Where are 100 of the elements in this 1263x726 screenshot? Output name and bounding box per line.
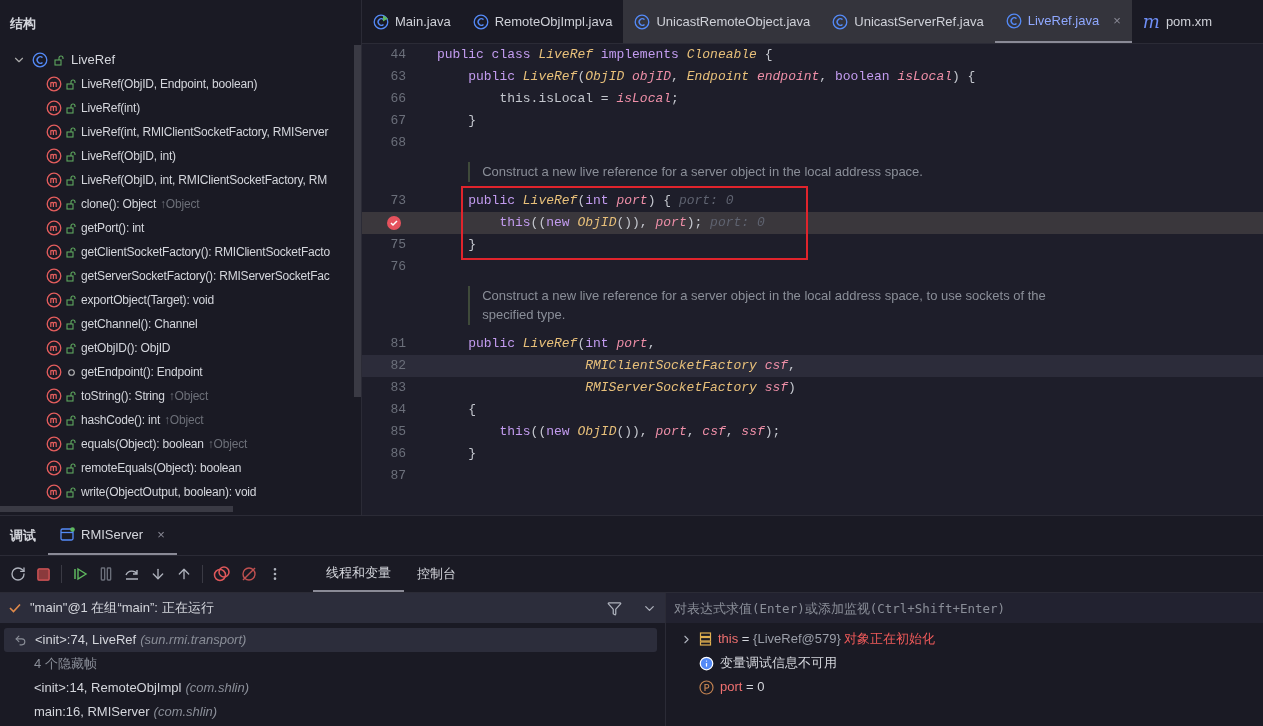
stop-icon[interactable]: [36, 566, 51, 582]
stack-frame[interactable]: main:16, RMIServer (com.shlin): [0, 700, 657, 724]
unlock-icon: [66, 222, 77, 234]
tree-item[interactable]: toString(): String ↑Object: [81, 387, 209, 405]
close-icon[interactable]: ×: [1113, 10, 1121, 31]
resume-icon[interactable]: [72, 566, 88, 582]
code-line: public LiveRef(int port,: [468, 334, 656, 353]
method-icon: [46, 220, 62, 236]
line-number: 63: [390, 68, 406, 87]
tree-item[interactable]: getObjID(): ObjID: [81, 339, 171, 357]
class-icon: [634, 13, 651, 30]
mute-breakpoints-icon[interactable]: [241, 566, 257, 582]
run-class-icon: [373, 13, 389, 30]
unlock-icon: [66, 198, 77, 210]
tree-item[interactable]: LiveRef(int, RMIClientSocketFactory, RMIServer: [81, 123, 329, 141]
return-icon: [14, 633, 27, 647]
code-line: public LiveRef(ObjID objID, Endpoint endpoint, boolean isLocal) {: [468, 68, 976, 87]
stack-frame[interactable]: <init>:14, RemoteObjImpl (com.shlin): [0, 676, 657, 700]
check-icon: [8, 601, 22, 615]
tree-item[interactable]: getChannel(): Channel: [81, 315, 198, 333]
editor-tab[interactable]: Main.java: [362, 0, 462, 43]
unlock-icon: [66, 150, 77, 162]
tree-item[interactable]: LiveRef(int): [81, 99, 140, 117]
tree-item[interactable]: remoteEquals(Object): boolean: [81, 459, 242, 477]
tree-item[interactable]: hashCode(): int ↑Object: [81, 411, 204, 429]
tree-item[interactable]: LiveRef: [71, 50, 116, 70]
method-icon: [46, 316, 62, 332]
method-icon: [46, 340, 62, 356]
tree-item[interactable]: write(ObjectOutput, boolean): void: [81, 483, 257, 501]
breakpoints-icon[interactable]: [213, 566, 231, 582]
method-icon: [46, 292, 62, 308]
info-icon: [699, 655, 714, 671]
stack-frame[interactable]: <init>:74, LiveRef (sun.rmi.transport): [4, 628, 657, 652]
hidden-frames-row[interactable]: 4 个隐藏帧: [0, 652, 657, 676]
editor-tab[interactable]: UnicastServerRef.java: [821, 0, 995, 43]
step-out-icon[interactable]: [176, 566, 192, 582]
method-icon: [46, 100, 62, 116]
code-line: public class LiveRef implements Cloneable {: [437, 46, 773, 65]
method-icon: [46, 148, 62, 164]
tree-item[interactable]: LiveRef(ObjID, int, RMIClientSocketFactory, RM: [81, 171, 327, 189]
code-line: this.isLocal = isLocal;: [499, 90, 679, 109]
unlock-icon: [66, 486, 77, 498]
view-tab[interactable]: 控制台: [404, 556, 469, 592]
unlock-icon: [66, 126, 77, 138]
scrollbar[interactable]: [0, 506, 233, 512]
close-icon[interactable]: ×: [157, 524, 165, 545]
unlock-icon: [66, 318, 77, 330]
method-icon: [46, 436, 62, 452]
tree-item[interactable]: exportObject(Target): void: [81, 291, 214, 309]
line-number: 75: [390, 235, 406, 254]
code-line: this((new ObjID()), port, csf, ssf);: [499, 422, 781, 441]
tree-item[interactable]: getServerSocketFactory(): RMIServerSocketFac: [81, 267, 330, 285]
editor-tab[interactable]: LiveRef.java ×: [994, 0, 1132, 43]
info-message: 变量调试信息不可用: [720, 654, 837, 673]
tree-item[interactable]: clone(): Object ↑Object: [81, 195, 200, 213]
tree-item[interactable]: getEndpoint(): Endpoint: [81, 363, 203, 381]
method-icon: [46, 172, 62, 188]
line-number: 86: [390, 444, 406, 463]
tree-item[interactable]: getClientSocketFactory(): RMIClientSocketFacto: [81, 243, 330, 261]
code-line: }: [468, 112, 476, 131]
variable-row[interactable]: port = 0: [720, 677, 765, 697]
line-number: 83: [390, 378, 406, 397]
code-line: {: [468, 400, 476, 419]
parameter-icon: [699, 679, 714, 695]
method-icon: [46, 412, 62, 428]
breakpoint-icon[interactable]: [386, 214, 402, 231]
unlock-icon: [66, 102, 77, 114]
step-into-icon[interactable]: [150, 566, 166, 582]
pause-icon[interactable]: [98, 566, 114, 582]
unlock-icon: [66, 246, 77, 258]
filter-icon[interactable]: [607, 600, 622, 616]
line-number: 66: [390, 90, 406, 109]
evaluate-field[interactable]: 对表达式求值(Enter)或添加监视(Ctrl+Shift+Enter): [666, 593, 1263, 623]
tree-item[interactable]: LiveRef(ObjID, Endpoint, boolean): [81, 75, 258, 93]
panel-title: 结构: [10, 15, 36, 34]
editor-tab[interactable]: m pom.xm: [1131, 0, 1224, 43]
unlock-icon: [66, 78, 77, 90]
session-tab[interactable]: RMIServer ×: [48, 516, 177, 555]
doc-comment: Construct a new live reference for a server object in the local address space.: [482, 164, 923, 179]
field-icon: [699, 632, 712, 646]
editor-tab[interactable]: UnicastRemoteObject.java: [623, 0, 822, 43]
scrollbar[interactable]: [354, 45, 361, 397]
rerun-icon[interactable]: [10, 566, 26, 582]
code-line: }: [468, 444, 476, 463]
unlock-icon: [66, 342, 77, 354]
line-number: 76: [390, 257, 406, 276]
method-icon: [46, 124, 62, 140]
tree-item[interactable]: getPort(): int: [81, 219, 145, 237]
tree-item[interactable]: LiveRef(ObjID, int): [81, 147, 176, 165]
line-number: 73: [390, 191, 406, 210]
unlock-icon: [66, 390, 77, 402]
code-line: }: [468, 235, 476, 254]
editor-tab[interactable]: RemoteObjImpl.java: [461, 0, 624, 43]
tree-item[interactable]: equals(Object): boolean ↑Object: [81, 435, 248, 453]
unlock-icon: [66, 270, 77, 282]
class-icon: [32, 52, 48, 68]
line-number: 68: [390, 134, 406, 153]
line-number: 67: [390, 112, 406, 131]
variable-row[interactable]: this = {LiveRef@579} 对象正在初始化: [718, 629, 936, 649]
code-line: public LiveRef(int port) { port: 0: [468, 191, 734, 210]
